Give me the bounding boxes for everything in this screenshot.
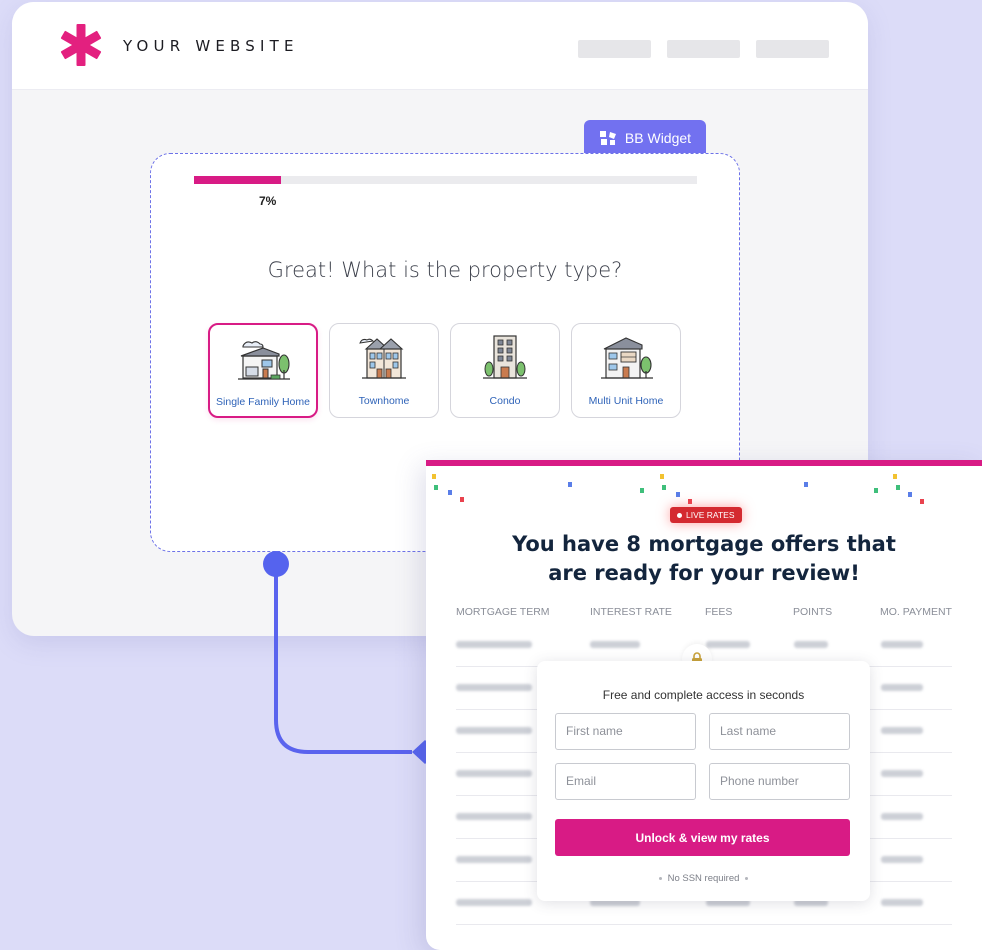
option-single-family-home[interactable]: Single Family Home xyxy=(208,323,318,418)
blurred-cell xyxy=(456,813,532,820)
offers-title-line1: You have 8 mortgage offers that xyxy=(512,532,896,556)
live-rates-badge: LIVE RATES xyxy=(670,507,742,523)
blurred-cell xyxy=(881,813,923,820)
blurred-cell xyxy=(456,899,532,906)
first-name-field[interactable]: First name xyxy=(555,713,696,750)
confetti xyxy=(434,485,438,490)
confetti xyxy=(662,485,666,490)
blurred-cell xyxy=(706,641,750,648)
confetti xyxy=(676,492,680,497)
nav-placeholder-1[interactable] xyxy=(578,40,651,58)
blurred-cell xyxy=(590,641,640,648)
blurred-cell xyxy=(881,770,923,777)
confetti xyxy=(568,482,572,487)
col-mo-payment: MO. PAYMENT xyxy=(880,606,952,618)
confetti xyxy=(432,474,436,479)
confetti xyxy=(908,492,912,497)
unlock-rates-button[interactable]: Unlock & view my rates xyxy=(555,819,850,856)
confetti xyxy=(660,474,664,479)
offers-title-line2: are ready for your review! xyxy=(548,561,860,585)
confetti xyxy=(896,485,900,490)
dot-icon xyxy=(745,876,749,880)
progress-bar-fill xyxy=(194,176,282,184)
dot-icon xyxy=(658,876,662,880)
no-ssn-text: No SSN required xyxy=(667,873,740,884)
bb-widget-tag: BB Widget xyxy=(584,120,706,155)
last-name-field[interactable]: Last name xyxy=(709,713,850,750)
option-label: Single Family Home xyxy=(216,396,310,408)
progress-label: 7% xyxy=(259,194,277,208)
confetti xyxy=(448,490,452,495)
blurred-cell xyxy=(456,641,532,648)
blurred-cell xyxy=(881,856,923,863)
puzzle-icon xyxy=(599,130,616,145)
progress-bar xyxy=(194,176,697,184)
table-row-divider xyxy=(456,924,952,925)
confetti xyxy=(920,499,924,504)
unlock-form: Free and complete access in seconds Firs… xyxy=(537,661,870,901)
col-fees: FEES xyxy=(705,606,733,618)
option-condo[interactable]: Condo xyxy=(450,323,560,418)
question-heading: Great! What is the property type? xyxy=(267,258,623,282)
option-label: Multi Unit Home xyxy=(588,395,664,407)
blurred-cell xyxy=(881,727,923,734)
email-field[interactable]: Email xyxy=(555,763,696,800)
nav-placeholder-2[interactable] xyxy=(667,40,740,58)
blurred-cell xyxy=(456,684,532,691)
live-dot-icon xyxy=(677,512,682,518)
site-header: YOUR WEBSITE xyxy=(12,2,868,90)
confetti xyxy=(804,482,808,487)
townhome-icon xyxy=(359,338,406,379)
blurred-cell xyxy=(881,641,923,648)
bb-widget-label: BB Widget xyxy=(624,129,692,146)
live-rates-label: LIVE RATES xyxy=(686,510,735,520)
confetti xyxy=(688,499,692,504)
option-multi-unit-home[interactable]: Multi Unit Home xyxy=(571,323,681,418)
blurred-cell xyxy=(794,641,828,648)
phone-number-field[interactable]: Phone number xyxy=(709,763,850,800)
asterisk-logo-icon xyxy=(60,24,102,66)
blurred-cell xyxy=(881,899,923,906)
form-title: Free and complete access in seconds xyxy=(602,688,805,702)
offers-title: You have 8 mortgage offers that are read… xyxy=(426,530,982,588)
condo-icon xyxy=(483,335,527,379)
confetti xyxy=(874,488,878,493)
blurred-cell xyxy=(456,856,532,863)
col-interest-rate: INTEREST RATE xyxy=(590,606,672,618)
confetti xyxy=(893,474,897,479)
option-label: Townhome xyxy=(358,395,410,407)
nav-placeholder-3[interactable] xyxy=(756,40,829,58)
blurred-cell xyxy=(881,684,923,691)
col-points: POINTS xyxy=(793,606,833,618)
site-logo-text: YOUR WEBSITE xyxy=(123,37,299,55)
option-label: Condo xyxy=(489,395,521,407)
single-family-home-icon xyxy=(238,341,290,380)
confetti xyxy=(640,488,644,493)
mortgage-offers-card: LIVE RATES You have 8 mortgage offers th… xyxy=(426,460,982,950)
blurred-cell xyxy=(456,770,532,777)
col-mortgage-term: MORTGAGE TERM xyxy=(456,606,550,618)
option-townhome[interactable]: Townhome xyxy=(329,323,439,418)
property-type-options: Single Family Home Townhome Condo Multi … xyxy=(208,323,681,418)
confetti xyxy=(460,497,464,502)
multi-unit-home-icon xyxy=(601,337,653,379)
blurred-cell xyxy=(456,727,532,734)
no-ssn-note: No SSN required xyxy=(537,873,870,884)
